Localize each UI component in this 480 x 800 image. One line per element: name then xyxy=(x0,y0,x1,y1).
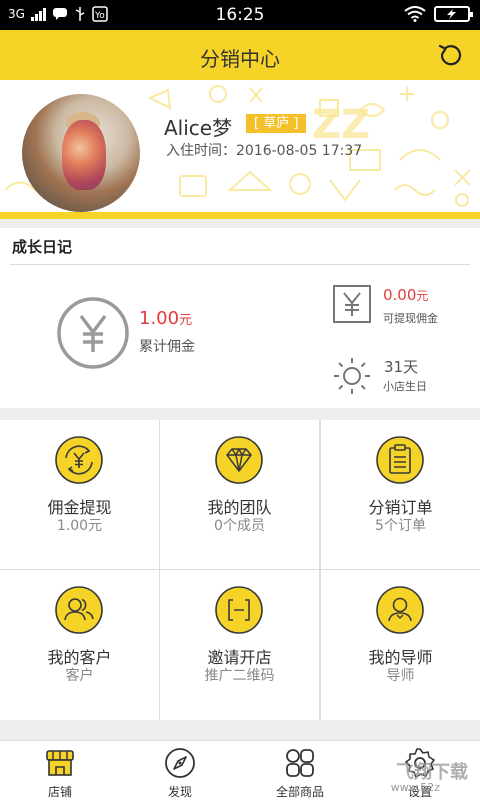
withdrawable-value: 0.00 xyxy=(383,286,417,304)
total-commission-amount: 1.00元 xyxy=(139,308,192,329)
status-bar: 3G Yo 16:25 xyxy=(0,0,480,30)
tab-label: 发现 xyxy=(167,785,192,799)
compass-icon xyxy=(165,748,195,778)
growth-divider xyxy=(10,264,470,265)
status-right xyxy=(404,6,473,22)
tab-label: 全部商品 xyxy=(275,785,324,799)
avatar[interactable] xyxy=(22,94,140,212)
menu-sub: 5个订单 xyxy=(375,518,426,534)
menu-customers[interactable]: 我的客户 客户 xyxy=(0,570,159,720)
withdrawable-label: 可提现佣金 xyxy=(383,312,438,325)
mentor-icon xyxy=(376,586,424,634)
growth-title: 成长日记 xyxy=(12,238,73,256)
user-name: Alice梦 xyxy=(164,116,233,140)
yen-square-icon xyxy=(333,285,371,323)
users-icon xyxy=(55,586,103,634)
total-commission-label: 累计佣金 xyxy=(139,339,195,355)
wifi-icon xyxy=(404,6,426,22)
menu-sub: 1.00元 xyxy=(56,518,103,534)
withdrawable-unit: 元 xyxy=(416,289,429,303)
profile-card: ZZ Alice梦 [ 草庐 ] 入住时间：2016-08-05 17:37 xyxy=(0,80,480,212)
tab-label: 店铺 xyxy=(47,785,72,799)
watermark-url: www.52z xyxy=(390,781,440,794)
menu-team[interactable]: 我的团队 0个成员 xyxy=(160,420,319,569)
yen-circle-icon xyxy=(57,297,129,369)
tab-all-products[interactable]: 全部商品 xyxy=(240,741,360,800)
refresh-icon[interactable] xyxy=(436,40,466,70)
grid-icon xyxy=(286,749,314,777)
profile-divider xyxy=(0,212,480,219)
tab-discover[interactable]: 发现 xyxy=(120,741,240,800)
battery-icon xyxy=(434,6,473,22)
menu-sub: 客户 xyxy=(65,668,94,684)
growth-diary: 成长日记 1.00元 累计佣金 0.00元 可提现佣金 31天 小店生日 xyxy=(0,228,480,408)
tab-store[interactable]: 店铺 xyxy=(0,741,120,800)
page-title: 分销中心 xyxy=(200,47,280,71)
withdrawable-amount: 0.00元 xyxy=(383,286,428,304)
menu-withdraw[interactable]: 佣金提现 1.00元 xyxy=(0,420,159,569)
store-age-value: 31天 xyxy=(384,358,419,376)
store-icon xyxy=(46,750,74,776)
clipboard-icon xyxy=(376,436,424,484)
yen-exchange-icon xyxy=(55,436,103,484)
level-badge: [ 草庐 ] xyxy=(246,114,307,133)
function-grid: 佣金提现 1.00元 我的团队 0个成员 分销订单 5个订单 我的客户 客户 邀… xyxy=(0,420,480,720)
join-time: 入住时间：2016-08-05 17:37 xyxy=(166,143,363,159)
avatar-figure xyxy=(62,120,106,190)
menu-orders[interactable]: 分销订单 5个订单 xyxy=(321,420,480,569)
menu-sub: 推广二维码 xyxy=(204,668,275,684)
diamond-icon xyxy=(215,436,263,484)
total-commission-unit: 元 xyxy=(179,313,193,328)
scan-icon xyxy=(215,586,263,634)
store-age-label: 小店生日 xyxy=(383,380,427,393)
menu-mentor[interactable]: 我的导师 导师 xyxy=(321,570,480,720)
menu-sub: 导师 xyxy=(386,668,415,684)
total-commission-value: 1.00 xyxy=(139,308,180,329)
sun-icon xyxy=(334,358,370,394)
title-bar: 分销中心 xyxy=(0,30,480,80)
menu-sub: 0个成员 xyxy=(214,518,265,534)
menu-invite[interactable]: 邀请开店 推广二维码 xyxy=(160,570,319,720)
